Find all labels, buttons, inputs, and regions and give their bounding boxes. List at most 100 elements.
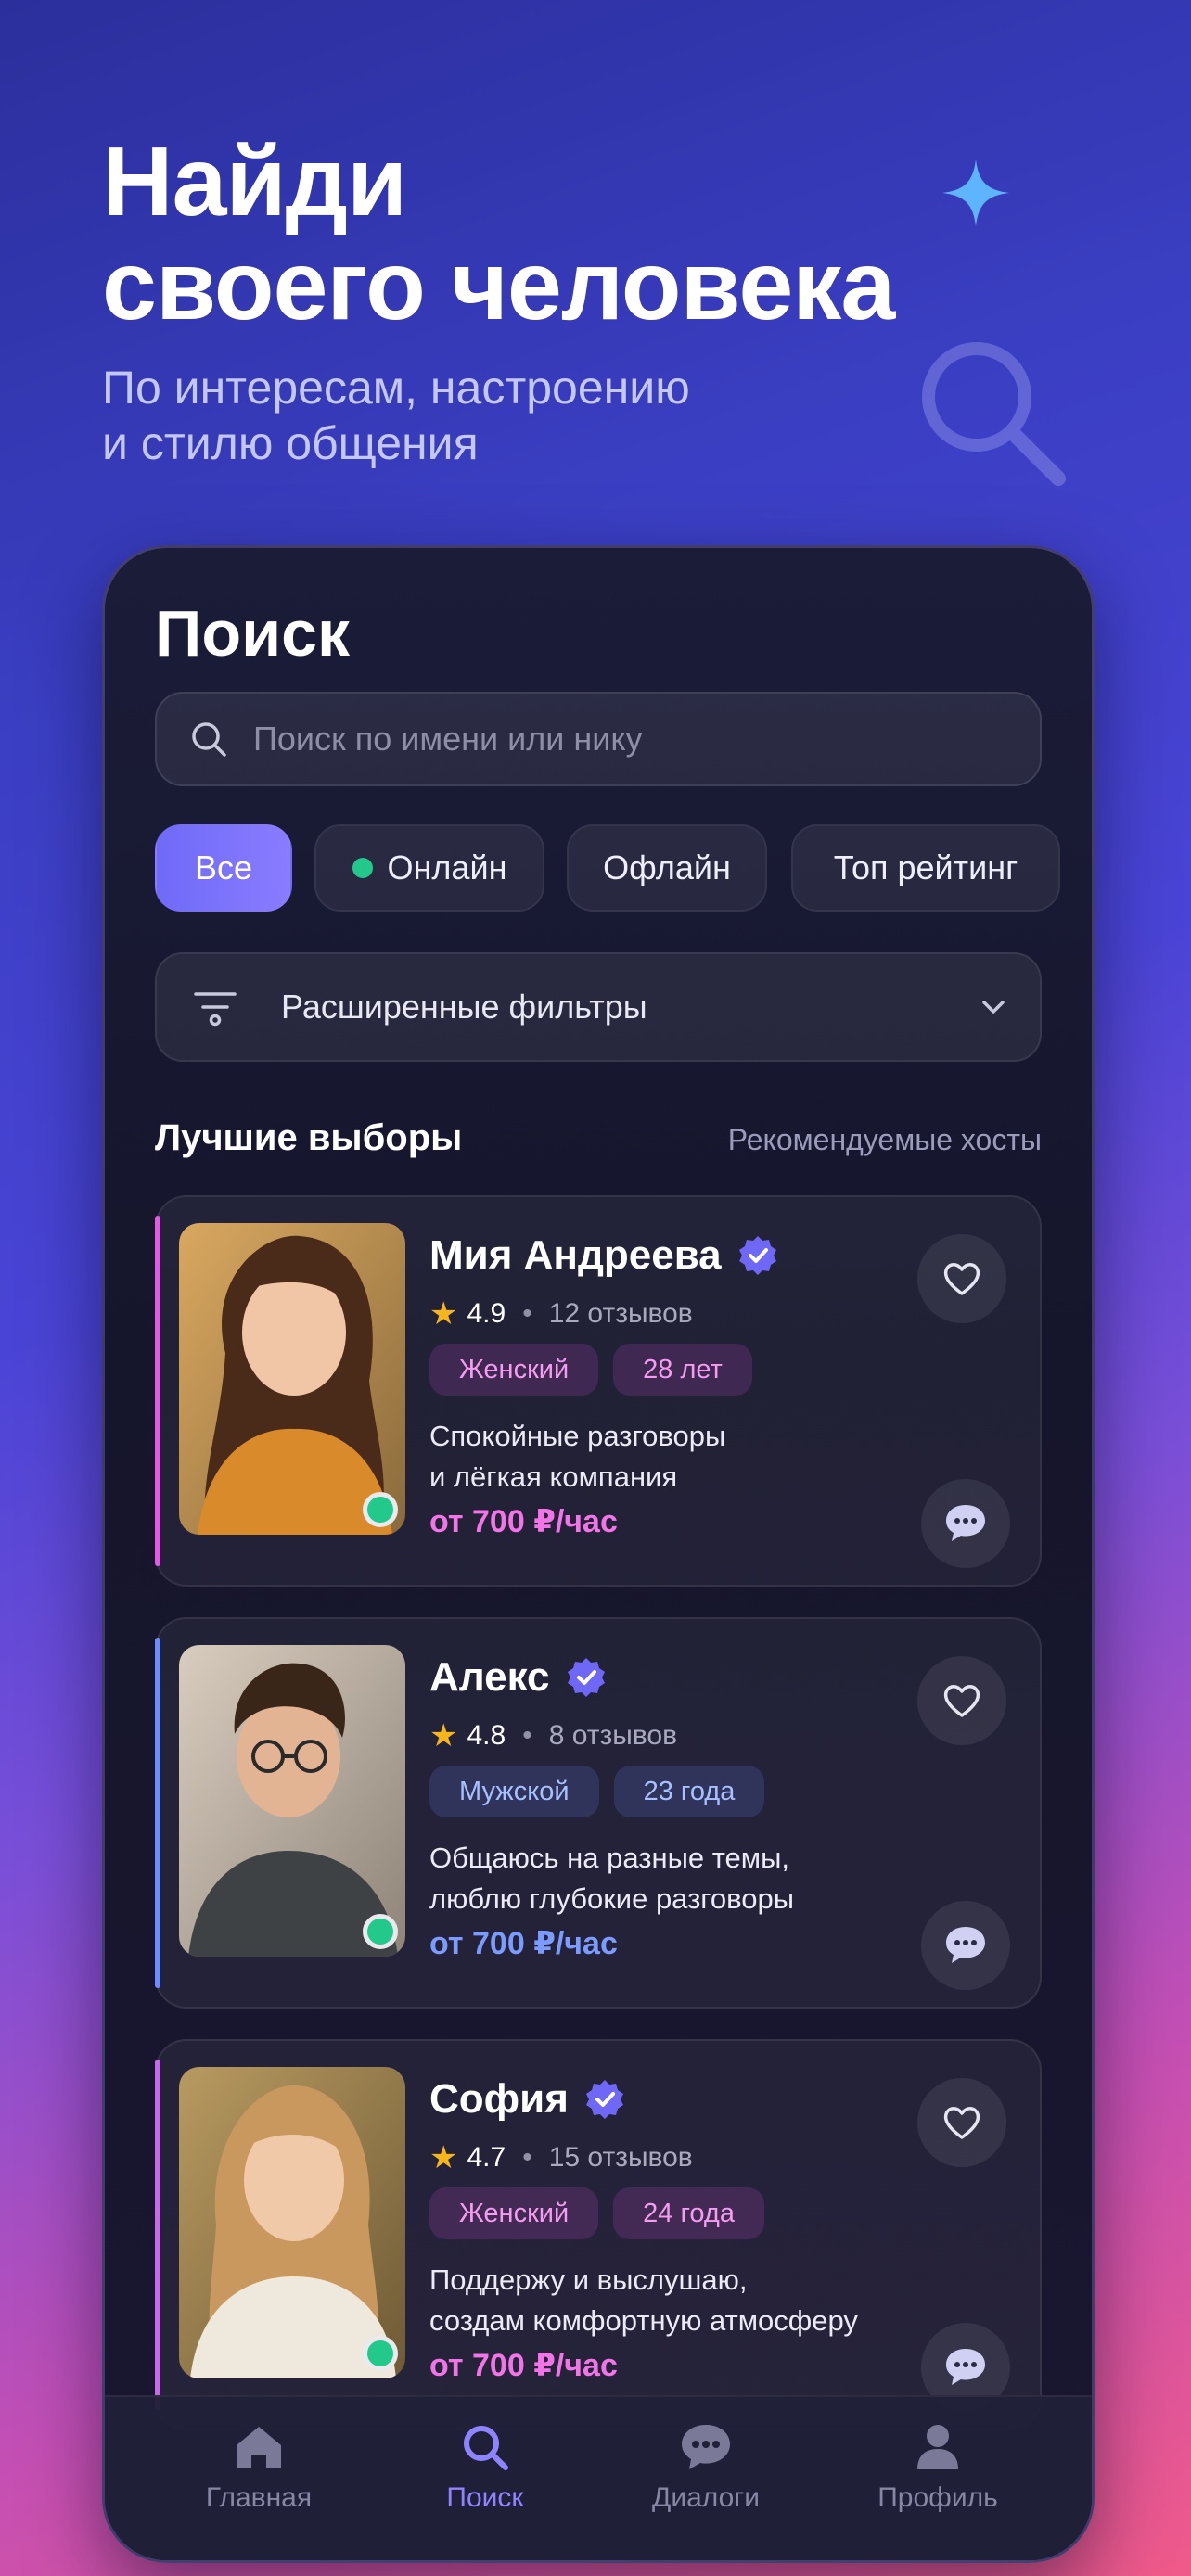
tab-profile[interactable]: Профиль [845,2417,1031,2514]
host-name: Алекс [429,1654,608,1701]
description-line2: создам комфортную атмосферу [429,2304,858,2337]
age-tag: 24 года [613,2187,764,2239]
host-rating: ★ 4.7 • 15 отзывов [429,2139,693,2176]
section-title: Лучшие выборы [155,1117,463,1158]
host-description: Поддержу и выслушаю, создам комфортную а… [429,2260,912,2341]
description-line2: люблю глубокие разговоры [429,1882,795,1915]
tab-profile-label: Профиль [877,2482,998,2513]
search-bar[interactable] [155,692,1042,786]
tab-search-label: Поиск [446,2482,524,2513]
advanced-filters[interactable]: Расширенные фильтры [155,952,1042,1062]
host-card[interactable]: София ★ 4.7 • 15 отзывов Женский 24 года… [155,2039,1042,2430]
verified-badge-icon [738,1236,776,1275]
message-button[interactable] [921,1901,1010,1990]
gender-tag: Женский [429,2187,599,2239]
chip-online-label: Онлайн [387,848,507,886]
bottom-tab-bar: Главная Поиск Диалоги Профиль [105,2395,1092,2560]
rating-value: 4.9 [467,1298,506,1329]
favorite-button[interactable] [917,2078,1006,2167]
page-title: Поиск [155,597,351,670]
hero-subtitle: По интересам, настроению и стилю общения [102,360,690,471]
message-button[interactable] [921,1479,1010,1568]
host-description: Спокойные разговоры и лёгкая компания [429,1416,912,1498]
heart-icon [943,2107,980,2139]
hero-subtitle-line2: и стилю общения [102,417,479,469]
chip-online[interactable]: Онлайн [314,824,544,912]
filter-icon [194,992,237,1027]
heart-icon [943,1263,980,1295]
online-status-icon [363,2336,398,2371]
separator-dot: • [522,1298,532,1329]
age-tag: 28 лет [613,1344,752,1396]
chat-icon [682,2425,730,2469]
star-icon: ★ [429,2140,458,2175]
reviews-count: 8 отзывов [548,1720,678,1751]
chip-all-label: Все [194,848,253,886]
search-icon [464,2426,508,2470]
chip-offline[interactable]: Офлайн [567,824,767,912]
tab-home[interactable]: Главная [166,2417,352,2514]
age-tag: 23 года [613,1766,765,1817]
host-rating: ★ 4.9 • 12 отзывов [429,1295,693,1333]
chip-top-rating[interactable]: Топ рейтинг [791,824,1060,912]
gender-tag: Женский [429,1344,599,1396]
favorite-button[interactable] [917,1656,1006,1745]
avatar [179,1223,405,1535]
chevron-down-icon [982,1001,1005,1014]
host-name-text: Алекс [429,1654,550,1700]
sparkle-icon [942,159,1009,226]
search-icon [192,722,226,757]
separator-dot: • [522,1720,532,1751]
description-line2: и лёгкая компания [429,1460,678,1493]
chat-icon [946,2349,985,2385]
reviews-count: 12 отзывов [548,1298,693,1329]
host-tags: Женский 28 лет [429,1344,767,1396]
host-card[interactable]: Алекс ★ 4.8 • 8 отзывов Мужской 23 года … [155,1617,1042,2009]
host-price: от 700 ₽/час [429,2348,618,2383]
star-icon: ★ [429,1718,458,1753]
online-status-icon [363,1914,398,1949]
hero-title-line2: своего человека [102,231,895,340]
search-input[interactable] [251,719,1016,759]
online-dot-icon [352,858,373,878]
host-card[interactable]: Мия Андреева ★ 4.9 • 12 отзывов Женский … [155,1195,1042,1587]
favorite-button[interactable] [917,1234,1006,1323]
verified-badge-icon [567,1658,605,1697]
tab-dialogs-label: Диалоги [652,2482,760,2513]
card-accent [155,2060,160,2410]
description-line1: Поддержу и выслушаю, [429,2264,748,2296]
description-line1: Спокойные разговоры [429,1420,726,1452]
home-icon [237,2427,281,2468]
host-rating: ★ 4.8 • 8 отзывов [429,1717,677,1754]
search-decoration-icon [922,342,1066,486]
tab-dialogs[interactable]: Диалоги [613,2417,799,2514]
separator-dot: • [522,2142,532,2173]
tab-home-label: Главная [205,2482,313,2513]
chip-offline-label: Офлайн [603,848,731,886]
recommended-hosts-link[interactable]: Рекомендуемые хосты [728,1123,1042,1157]
avatar [179,2067,405,2378]
host-description: Общаюсь на разные темы, люблю глубокие р… [429,1838,912,1919]
star-icon: ★ [429,1296,458,1332]
card-accent [155,1216,160,1566]
advanced-filters-label: Расширенные фильтры [281,988,647,1026]
host-name-text: Мия Андреева [429,1232,722,1278]
heart-icon [943,1685,980,1717]
hero-subtitle-line1: По интересам, настроению [102,362,690,414]
chip-top-rating-label: Топ рейтинг [833,848,1018,886]
host-name: София [429,2076,626,2123]
online-status-icon [363,1492,398,1527]
rating-value: 4.7 [467,2142,506,2173]
card-accent [155,1638,160,1988]
tab-search[interactable]: Поиск [392,2417,578,2514]
chip-all[interactable]: Все [155,824,292,912]
host-name-text: София [429,2076,569,2122]
host-name: Мия Андреева [429,1232,779,1279]
hero-title: Найди своего человека [102,127,895,340]
host-tags: Женский 24 года [429,2187,779,2239]
user-icon [917,2425,958,2469]
rating-value: 4.8 [467,1720,506,1751]
host-price: от 700 ₽/час [429,1926,618,1961]
chat-icon [946,1505,985,1541]
hero-title-line1: Найди [102,127,407,236]
